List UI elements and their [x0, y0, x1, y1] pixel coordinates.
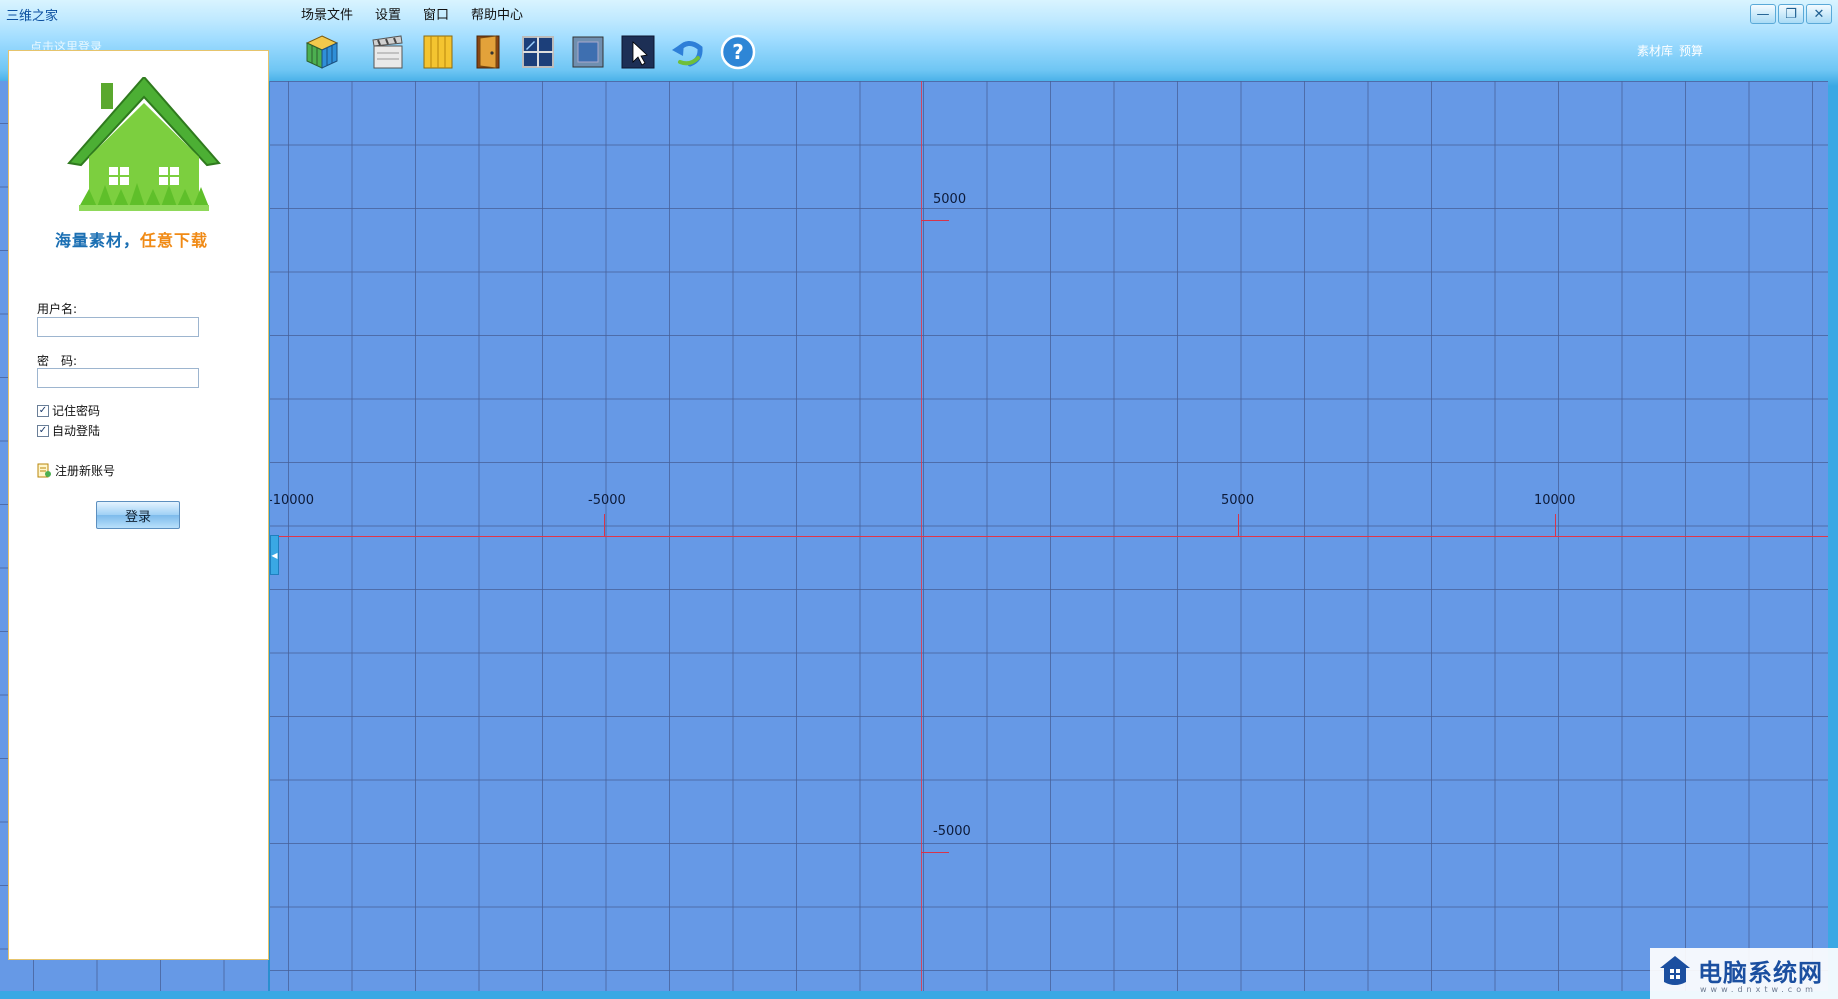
- y-label-minus-5000: -5000: [933, 824, 971, 839]
- wood-floor-icon: [423, 35, 453, 69]
- window-title: 三维之家: [6, 9, 59, 24]
- frame-icon: [572, 36, 604, 68]
- design-canvas[interactable]: -10000 -5000 5000 10000 5000 -5000: [268, 81, 1828, 991]
- undo-icon: [672, 41, 703, 67]
- help-button[interactable]: ?: [716, 30, 760, 74]
- house-shield-icon: [1660, 955, 1690, 985]
- collapse-panel-button[interactable]: ◀: [270, 535, 279, 575]
- register-link[interactable]: 注册新账号: [37, 462, 115, 479]
- close-button[interactable]: ✕: [1806, 4, 1832, 24]
- watermark-text: 电脑系统网: [1698, 958, 1823, 987]
- undo-button[interactable]: [666, 30, 710, 74]
- x-label-minus-5000: -5000: [588, 493, 626, 508]
- username-label: 用户名:: [37, 302, 78, 316]
- house-logo: [67, 77, 221, 211]
- x-axis-line: [270, 536, 1828, 537]
- svg-text:?: ?: [732, 40, 744, 64]
- cube-3d-icon: [305, 35, 339, 69]
- register-label: 注册新账号: [55, 464, 116, 478]
- floor-button[interactable]: [416, 30, 460, 74]
- remember-password-label: 记住密码: [52, 404, 101, 418]
- username-input[interactable]: [37, 317, 199, 337]
- x-label-minus-10000: -10000: [268, 493, 315, 508]
- slogan: 海量素材，任意下载: [55, 227, 208, 251]
- frame-button[interactable]: [566, 30, 610, 74]
- help-icon: ?: [720, 34, 756, 70]
- select-button[interactable]: [616, 30, 660, 74]
- clapper-icon: [372, 35, 403, 69]
- y-tick: [921, 220, 949, 221]
- auto-login-row[interactable]: ✓ 自动登陆: [37, 422, 100, 439]
- menu-scene-file[interactable]: 场景文件: [300, 4, 354, 23]
- x-tick: [1555, 514, 1556, 536]
- toolbar: ?: [300, 30, 766, 74]
- password-label: 密 码:: [37, 354, 78, 368]
- password-input[interactable]: [37, 368, 199, 388]
- login-button[interactable]: 登录: [96, 501, 180, 529]
- minimize-button[interactable]: —: [1750, 4, 1776, 24]
- slogan-part1: 海量素材，: [55, 231, 141, 250]
- x-label-5000: 5000: [1221, 493, 1255, 508]
- remember-password-row[interactable]: ✓ 记住密码: [37, 402, 100, 419]
- menu-bar: 场景文件 设置 窗口 帮助中心: [300, 4, 524, 23]
- menu-window[interactable]: 窗口: [422, 4, 450, 23]
- window-controls: — ❐ ✕: [1750, 4, 1832, 24]
- watermark: 电脑系统网 www.dnxtw.com: [1650, 948, 1838, 999]
- cube-3d-button[interactable]: [300, 30, 344, 74]
- door-button[interactable]: [466, 30, 510, 74]
- menu-settings[interactable]: 设置: [374, 4, 402, 23]
- select-arrow-icon: [621, 35, 655, 69]
- budget-link[interactable]: 预算: [1679, 42, 1703, 59]
- auto-login-label: 自动登陆: [52, 424, 101, 438]
- remember-password-checkbox[interactable]: ✓: [37, 404, 49, 417]
- slogan-part2: 任意下载: [140, 231, 209, 250]
- register-icon: [37, 463, 51, 478]
- maximize-button[interactable]: ❐: [1778, 4, 1804, 24]
- x-tick: [1238, 514, 1239, 536]
- door-icon: [476, 35, 500, 69]
- auto-login-checkbox[interactable]: ✓: [37, 424, 49, 437]
- clapper-button[interactable]: [366, 30, 410, 74]
- login-panel: 海量素材，任意下载 用户名: 密 码: ✓ 记住密码 ✓ 自动登陆 注册新账号 …: [8, 50, 279, 960]
- y-tick: [921, 852, 949, 853]
- menu-help-center[interactable]: 帮助中心: [470, 4, 524, 23]
- material-library-link[interactable]: 素材库: [1637, 42, 1673, 59]
- top-right-links: 素材库 预算: [1637, 42, 1703, 59]
- window-icon: [522, 36, 554, 68]
- x-label-10000: 10000: [1534, 493, 1576, 508]
- y-label-5000: 5000: [933, 192, 967, 207]
- status-bar: [0, 991, 1838, 999]
- y-axis-line: [921, 81, 922, 991]
- x-tick: [604, 514, 605, 536]
- window-button[interactable]: [516, 30, 560, 74]
- watermark-url: www.dnxtw.com: [1700, 985, 1817, 994]
